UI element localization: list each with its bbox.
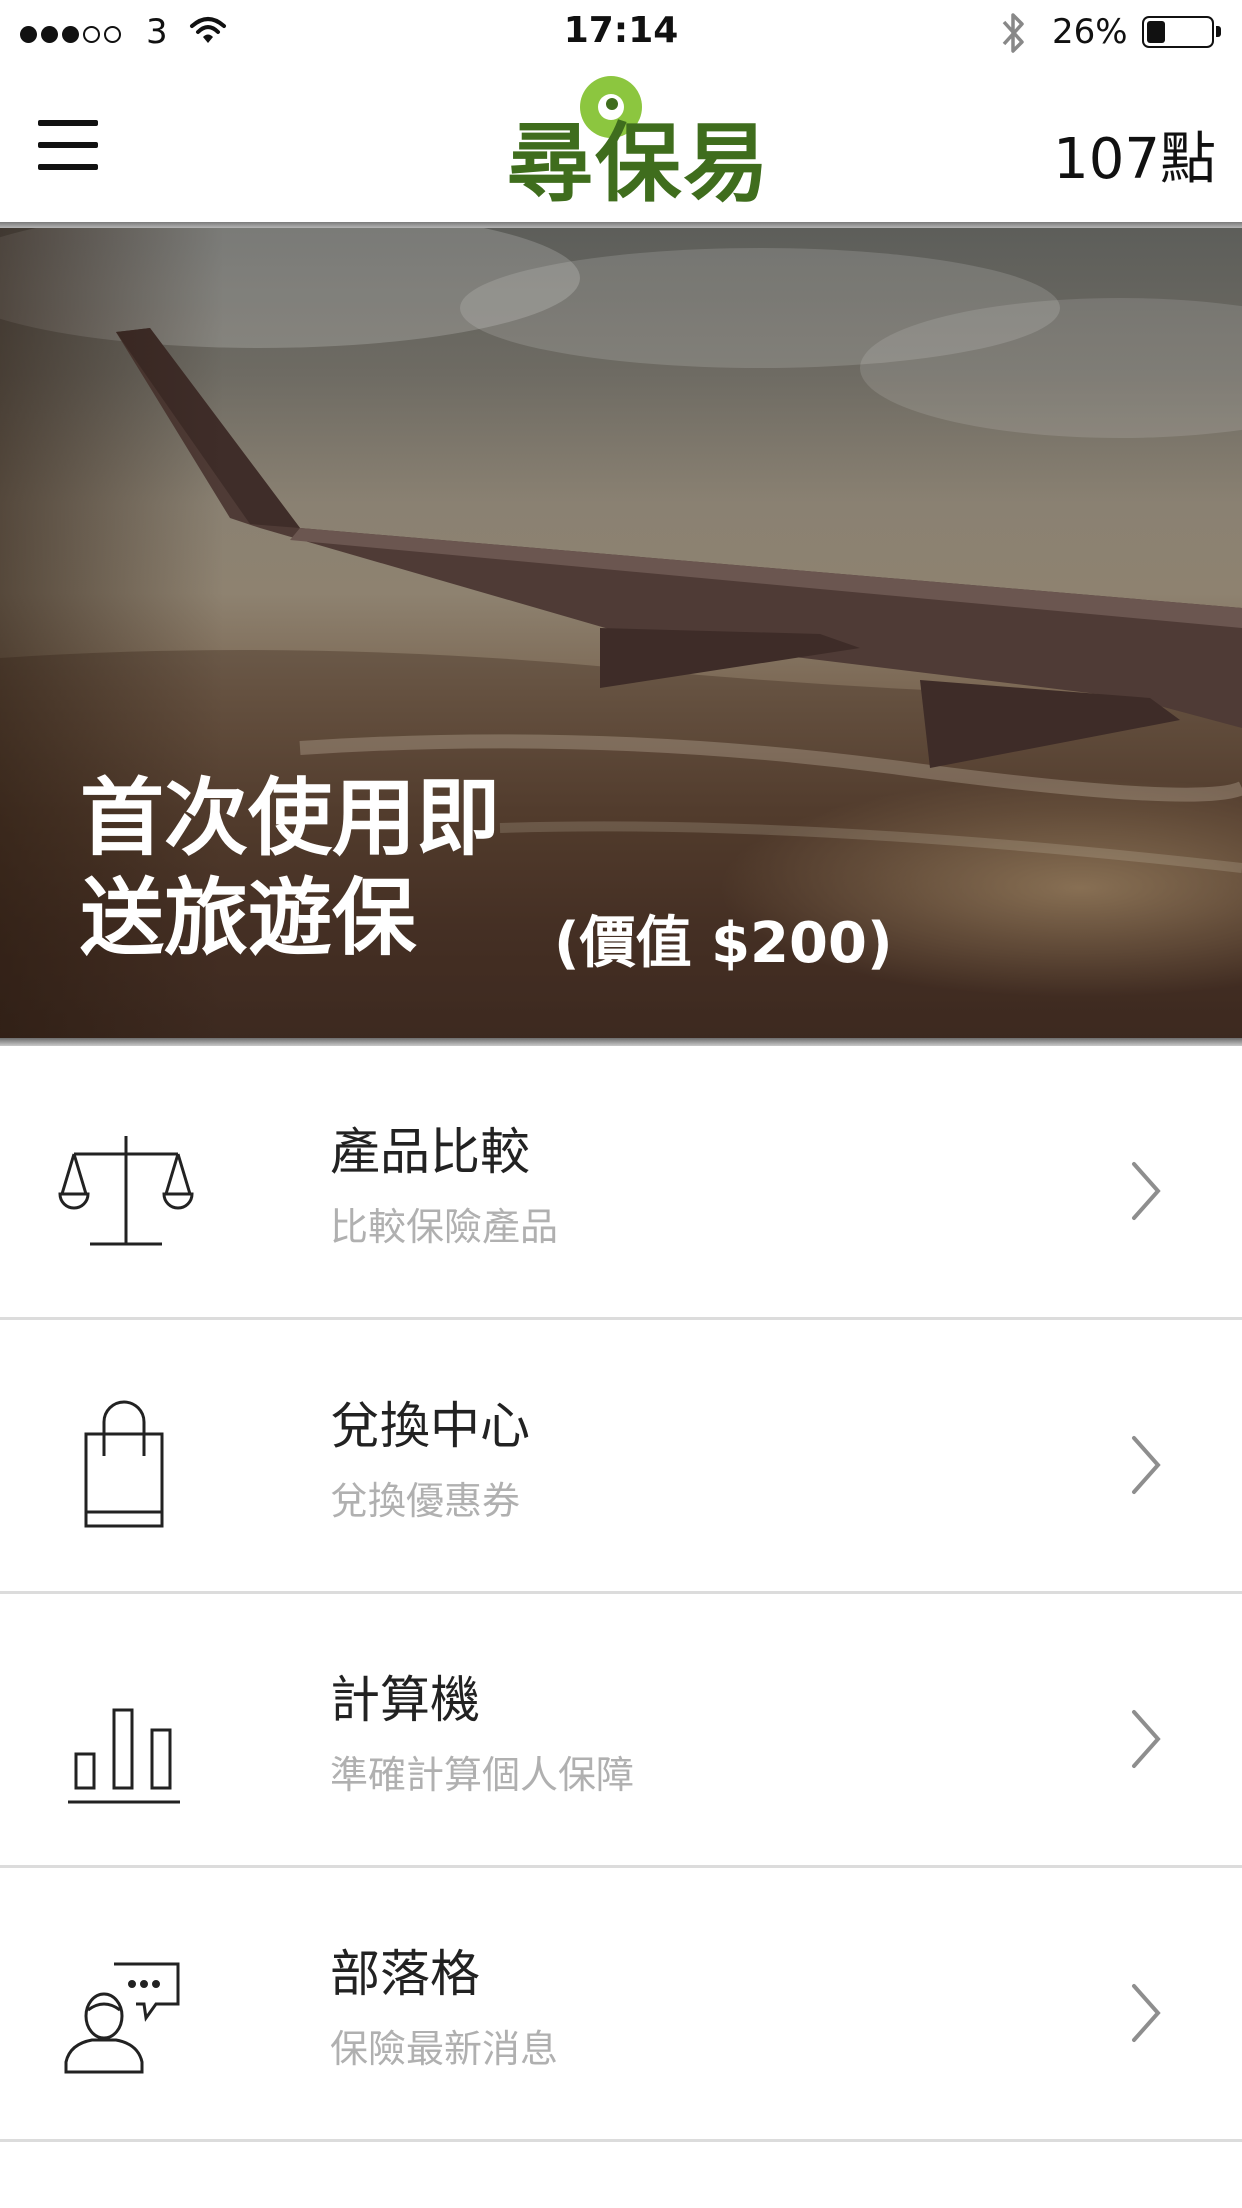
bar-chart-icon bbox=[68, 1708, 180, 1804]
points-balance[interactable]: 107點 bbox=[1053, 114, 1216, 195]
bluetooth-icon bbox=[1002, 13, 1024, 53]
promo-value: (價值 $200) bbox=[554, 911, 893, 976]
menu-item-calculator[interactable]: 計算機 準確計算個人保障 bbox=[0, 1594, 1242, 1868]
menu-item-subtitle: 比較保險產品 bbox=[330, 1205, 559, 1249]
status-bar: 3 17:14 26% bbox=[0, 0, 1242, 66]
app-logo: 尋保易 bbox=[494, 76, 784, 216]
banner-divider bbox=[0, 1038, 1242, 1046]
menu-item-title: 產品比較 bbox=[330, 1123, 530, 1181]
chevron-right-icon bbox=[1132, 1710, 1161, 1768]
menu-item-blog[interactable]: 部落格 保險最新消息 bbox=[0, 1868, 1242, 2142]
blog-chat-person-icon bbox=[64, 1962, 180, 2074]
menu-item-subtitle: 兌換優惠券 bbox=[330, 1479, 521, 1523]
menu-item-product-compare[interactable]: 產品比較 比較保險產品 bbox=[0, 1046, 1242, 1320]
scale-icon bbox=[58, 1136, 194, 1246]
promo-title: 首次使用即 送旅遊保 bbox=[80, 769, 501, 967]
shopping-bag-icon bbox=[84, 1400, 164, 1528]
chevron-right-icon bbox=[1132, 1984, 1161, 2042]
menu-item-subtitle: 保險最新消息 bbox=[330, 2027, 559, 2071]
chevron-right-icon bbox=[1132, 1162, 1161, 1220]
feature-menu-list: 產品比較 比較保險產品 兌換中心 兌換優惠券 計算機 準確計算個人保障 部落格 … bbox=[0, 1046, 1242, 2142]
logo-text: 尋保易 bbox=[507, 114, 771, 214]
menu-item-title: 部落格 bbox=[330, 1945, 480, 2003]
battery-percent: 26% bbox=[1052, 12, 1128, 52]
promo-banner[interactable]: 首次使用即 送旅遊保 (價值 $200) bbox=[0, 228, 1242, 1040]
chevron-right-icon bbox=[1132, 1436, 1161, 1494]
nav-bar: 尋保易 107點 bbox=[0, 66, 1242, 222]
menu-item-subtitle: 準確計算個人保障 bbox=[330, 1753, 635, 1797]
menu-item-title: 兌換中心 bbox=[330, 1397, 530, 1455]
battery-icon bbox=[1142, 16, 1221, 48]
menu-item-redeem-center[interactable]: 兌換中心 兌換優惠券 bbox=[0, 1320, 1242, 1594]
menu-item-title: 計算機 bbox=[330, 1671, 480, 1729]
hamburger-menu-icon[interactable] bbox=[38, 120, 98, 170]
